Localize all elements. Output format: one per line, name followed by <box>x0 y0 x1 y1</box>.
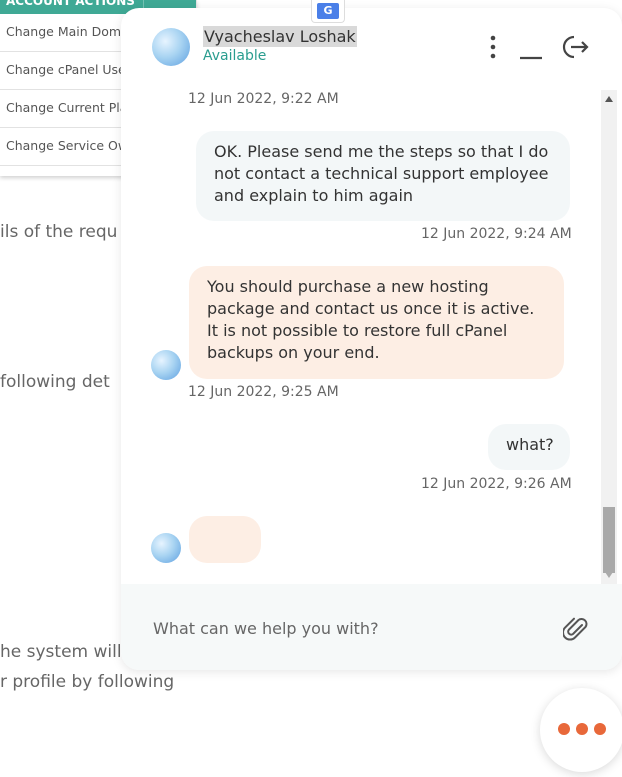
paperclip-icon[interactable] <box>562 614 589 644</box>
background-text: following det <box>0 372 110 392</box>
launcher-dot <box>576 723 588 735</box>
minimize-icon[interactable] <box>518 34 542 60</box>
background-text: he system will <box>0 642 122 662</box>
chat-widget: Vyacheslav Loshak Available 12 Jun 2022,… <box>121 8 622 670</box>
scrollbar[interactable] <box>601 90 617 584</box>
message-timestamp: 12 Jun 2022, 9:22 AM <box>188 91 339 107</box>
message-timestamp: 12 Jun 2022, 9:26 AM <box>421 476 572 492</box>
scroll-thumb[interactable] <box>603 507 615 573</box>
agent-avatar <box>151 350 181 380</box>
incoming-message: You should purchase a new hosting packag… <box>189 266 564 379</box>
message-timestamp: 12 Jun 2022, 9:25 AM <box>188 384 339 400</box>
background-text: r profile by following <box>0 672 175 692</box>
launcher-dot <box>594 723 606 735</box>
message-list: 12 Jun 2022, 9:22 AM OK. Please send me … <box>121 88 601 582</box>
account-actions-title: ACCOUNT ACTIONS <box>6 0 135 8</box>
background-text: ils of the requ <box>0 222 118 242</box>
launcher-dot <box>558 723 570 735</box>
agent-avatar <box>151 533 181 563</box>
message-input[interactable] <box>151 614 555 642</box>
exit-icon[interactable] <box>562 34 589 60</box>
agent-status: Available <box>203 48 267 64</box>
google-translate-icon[interactable]: G <box>311 0 345 23</box>
outgoing-message: what? <box>488 424 570 470</box>
chat-launcher-button[interactable] <box>540 688 622 772</box>
scroll-down-arrow[interactable] <box>605 572 613 578</box>
typing-indicator <box>189 516 261 563</box>
message-timestamp: 12 Jun 2022, 9:24 AM <box>421 226 572 242</box>
agent-avatar <box>152 28 190 66</box>
scroll-up-arrow[interactable] <box>605 96 613 102</box>
agent-name: Vyacheslav Loshak <box>203 26 357 47</box>
message-composer <box>121 584 622 670</box>
chat-header: Vyacheslav Loshak Available <box>121 8 622 88</box>
more-vertical-icon[interactable] <box>481 34 505 60</box>
outgoing-message: OK. Please send me the steps so that I d… <box>196 131 570 221</box>
